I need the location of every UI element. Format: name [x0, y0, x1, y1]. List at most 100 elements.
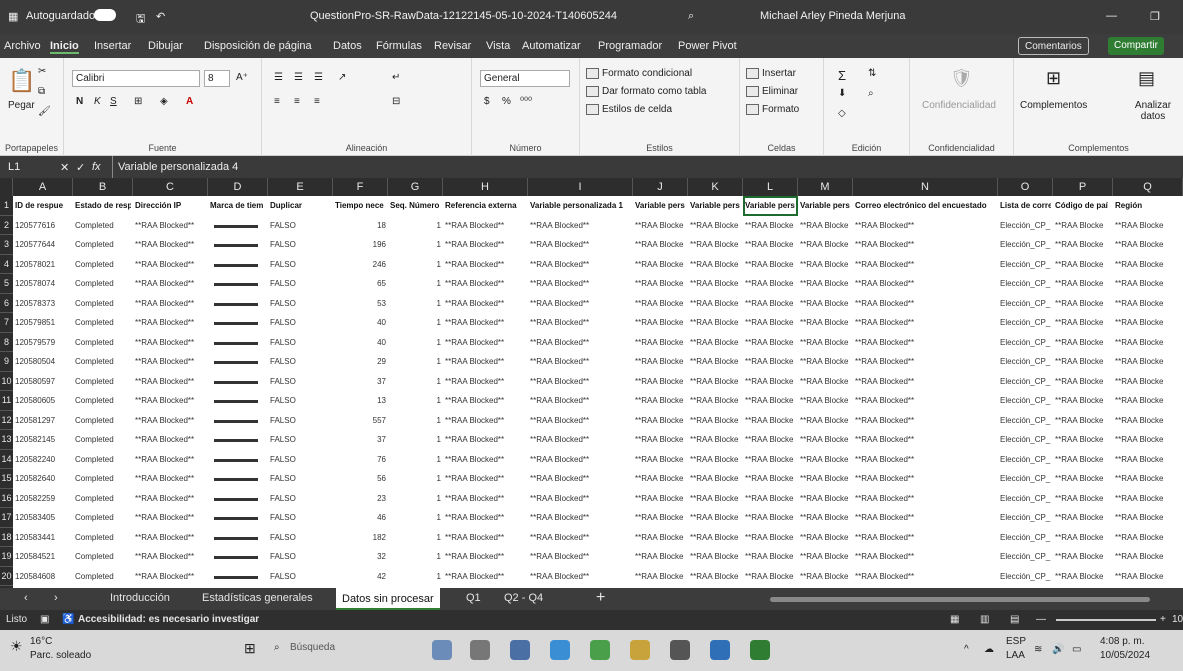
chrome-icon[interactable] — [590, 640, 610, 660]
column-header-f[interactable]: F — [333, 178, 388, 196]
weather-temp[interactable]: 16°C — [30, 636, 52, 647]
sheet-tab-raw-data[interactable]: Datos sin procesar — [336, 588, 440, 610]
table-cell[interactable]: 1 — [390, 376, 441, 388]
table-cell[interactable]: 40 — [335, 317, 386, 329]
merge-icon[interactable]: ⊟ — [392, 96, 400, 107]
fx-button[interactable]: fx — [92, 161, 101, 173]
table-cell[interactable]: **RAA Blocke — [745, 356, 796, 368]
table-cell[interactable]: **RAA Blocke — [800, 454, 851, 466]
table-cell[interactable]: **RAA Blocke — [1115, 376, 1181, 388]
paste-button[interactable]: Pegar — [8, 100, 35, 111]
table-cell[interactable]: FALSO — [270, 317, 331, 329]
row-header[interactable]: 8 — [0, 332, 13, 352]
table-cell[interactable]: **RAA Blocke — [800, 571, 851, 583]
table-cell[interactable]: 182 — [335, 532, 386, 544]
row-header[interactable]: 19 — [0, 547, 13, 567]
table-cell[interactable]: Completed — [75, 278, 131, 290]
table-cell[interactable]: **RAA Blocke — [1055, 415, 1111, 427]
table-cell[interactable]: Elección_CP_ — [1000, 571, 1051, 583]
table-cell[interactable]: 29 — [335, 356, 386, 368]
column-title-cell[interactable]: Duplicar — [270, 200, 331, 212]
table-cell[interactable]: **RAA Blocked** — [855, 415, 996, 427]
tab-programador[interactable]: Programador — [598, 40, 662, 52]
table-cell[interactable]: Elección_CP_ — [1000, 317, 1051, 329]
analyze-data-button[interactable]: Analizar datos — [1128, 100, 1178, 122]
column-title-cell[interactable]: Lista de corre — [1000, 200, 1051, 212]
table-cell[interactable]: 1 — [390, 473, 441, 485]
table-cell[interactable]: **RAA Blocke — [1115, 415, 1181, 427]
table-cell[interactable]: **RAA Blocke — [1115, 493, 1181, 505]
table-cell[interactable]: **RAA Blocked** — [530, 473, 631, 485]
table-cell[interactable]: **RAA Blocked** — [135, 259, 206, 271]
table-cell[interactable]: **RAA Blocke — [745, 220, 796, 232]
delete-button[interactable]: Eliminar — [746, 86, 798, 97]
table-cell[interactable]: **RAA Blocked** — [855, 434, 996, 446]
table-cell[interactable]: 13 — [335, 395, 386, 407]
table-cell[interactable]: **RAA Blocke — [745, 298, 796, 310]
table-cell[interactable]: 37 — [335, 376, 386, 388]
table-cell[interactable]: FALSO — [270, 532, 331, 544]
table-cell[interactable]: 56 — [335, 473, 386, 485]
row-header[interactable]: 4 — [0, 254, 13, 274]
table-cell[interactable]: **RAA Blocke — [1055, 532, 1111, 544]
normal-view-icon[interactable]: ▦ — [950, 614, 959, 625]
table-cell[interactable]: **RAA Blocke — [690, 434, 741, 446]
table-cell[interactable]: **RAA Blocke — [635, 571, 686, 583]
table-cell[interactable]: **RAA Blocked** — [855, 239, 996, 251]
find-icon[interactable]: ⌕ — [868, 88, 874, 99]
table-cell[interactable]: Completed — [75, 493, 131, 505]
share-button[interactable]: Compartir — [1108, 37, 1164, 55]
table-cell[interactable]: **RAA Blocke — [745, 493, 796, 505]
table-cell[interactable]: **RAA Blocke — [690, 278, 741, 290]
name-box[interactable]: L1 — [8, 161, 20, 173]
table-cell[interactable]: FALSO — [270, 337, 331, 349]
table-cell[interactable]: **RAA Blocked** — [530, 551, 631, 563]
table-cell[interactable]: 40 — [335, 337, 386, 349]
cut-icon[interactable]: ✂ — [38, 66, 46, 77]
wrap-text-icon[interactable]: ↵ — [392, 72, 400, 83]
table-cell[interactable]: **RAA Blocke — [1055, 337, 1111, 349]
column-title-cell[interactable]: Variable personalizada 1 — [530, 200, 631, 212]
table-cell[interactable]: **RAA Blocked** — [530, 493, 631, 505]
table-cell[interactable]: FALSO — [270, 259, 331, 271]
table-cell[interactable]: **RAA Blocked** — [530, 532, 631, 544]
table-cell[interactable]: **RAA Blocke — [745, 434, 796, 446]
column-header-b[interactable]: B — [73, 178, 133, 196]
tab-datos[interactable]: Datos — [333, 40, 362, 52]
column-title-cell[interactable]: Región — [1115, 200, 1181, 212]
table-cell[interactable]: Completed — [75, 356, 131, 368]
row-header[interactable]: 2 — [0, 215, 13, 235]
table-cell[interactable]: **RAA Blocked** — [135, 239, 206, 251]
table-cell[interactable]: 120581297 — [15, 415, 71, 427]
table-cell[interactable]: **RAA Blocked** — [135, 415, 206, 427]
clock-time[interactable]: 4:08 p. m. — [1100, 636, 1144, 647]
table-cell[interactable]: **RAA Blocked** — [530, 415, 631, 427]
table-cell[interactable]: **RAA Blocke — [635, 259, 686, 271]
table-cell[interactable]: Completed — [75, 259, 131, 271]
table-cell[interactable]: **RAA Blocke — [690, 415, 741, 427]
page-layout-icon[interactable]: ▥ — [980, 614, 989, 625]
row-header[interactable]: 20 — [0, 566, 13, 586]
table-cell[interactable]: **RAA Blocke — [1055, 454, 1111, 466]
table-cell[interactable]: **RAA Blocke — [1055, 239, 1111, 251]
table-cell[interactable]: **RAA Blocke — [1115, 317, 1181, 329]
table-cell[interactable]: **RAA Blocke — [800, 532, 851, 544]
table-cell[interactable]: **RAA Blocke — [800, 551, 851, 563]
table-cell[interactable]: **RAA Blocke — [1115, 571, 1181, 583]
font-size-select[interactable]: 8 — [204, 70, 230, 87]
table-cell[interactable]: **RAA Blocked** — [445, 571, 526, 583]
horizontal-scrollbar[interactable] — [770, 597, 1150, 602]
table-cell[interactable]: FALSO — [270, 239, 331, 251]
table-cell[interactable]: **RAA Blocke — [745, 337, 796, 349]
row-header[interactable]: 3 — [0, 235, 13, 255]
table-cell[interactable]: **RAA Blocke — [800, 493, 851, 505]
table-cell[interactable]: **RAA Blocke — [1055, 434, 1111, 446]
table-cell[interactable]: **RAA Blocke — [635, 356, 686, 368]
explorer-icon[interactable] — [630, 640, 650, 660]
table-cell[interactable]: **RAA Blocked** — [855, 220, 996, 232]
table-cell[interactable]: 120583441 — [15, 532, 71, 544]
table-cell[interactable]: 557 — [335, 415, 386, 427]
table-cell[interactable]: Elección_CP_ — [1000, 532, 1051, 544]
table-cell[interactable]: **RAA Blocked** — [530, 298, 631, 310]
table-cell[interactable]: 120578373 — [15, 298, 71, 310]
